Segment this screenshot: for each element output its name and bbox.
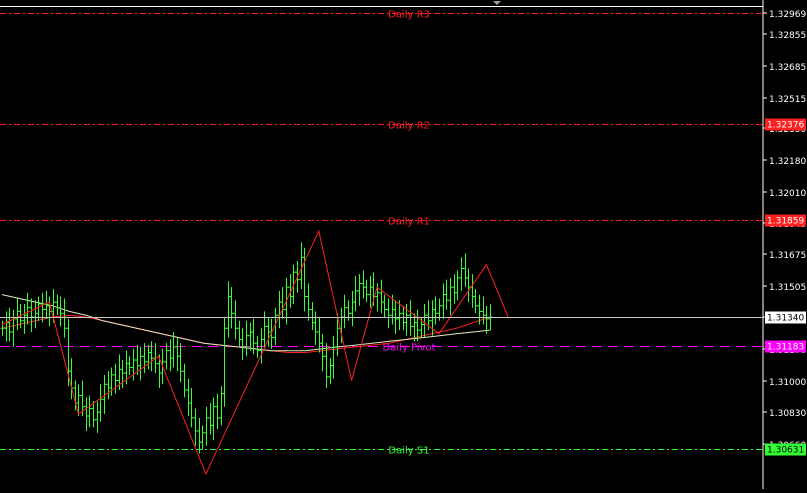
price-chart[interactable]: 1.329691.328551.326851.325151.323501.321… bbox=[0, 0, 807, 489]
pivot-price-tag-label: 1.31859 bbox=[767, 217, 804, 227]
price-axis-label: 1.32180 bbox=[769, 157, 806, 167]
price-axis-label: 1.32685 bbox=[769, 63, 806, 73]
price-axis-label: 1.32969 bbox=[769, 10, 806, 20]
pivot-price-tag-label: 1.31183 bbox=[767, 343, 804, 353]
chart-canvas[interactable]: 1.329691.328551.326851.325151.323501.321… bbox=[0, 0, 807, 489]
price-axis-label: 1.32855 bbox=[769, 31, 806, 41]
price-axis-label: 1.31505 bbox=[769, 283, 806, 293]
pivot-label: Daily R2 bbox=[388, 121, 430, 132]
pivot-label: Daily Pivot bbox=[382, 343, 435, 354]
pivot-price-tag-label: 1.30631 bbox=[767, 446, 804, 456]
chart-background bbox=[0, 0, 807, 489]
price-axis-label: 1.30830 bbox=[769, 409, 806, 419]
price-axis-label: 1.31000 bbox=[769, 378, 806, 388]
price-axis-label: 1.32010 bbox=[769, 189, 806, 199]
pivot-label: Daily R3 bbox=[388, 10, 430, 21]
pivot-price-tag-label: 1.32376 bbox=[767, 121, 804, 131]
current-price-tag-label: 1.31340 bbox=[767, 314, 804, 324]
pivot-label: Daily R1 bbox=[388, 217, 430, 228]
price-axis-label: 1.32515 bbox=[769, 95, 806, 105]
price-axis-label: 1.31675 bbox=[769, 251, 806, 261]
pivot-label: Daily S1 bbox=[388, 446, 429, 457]
